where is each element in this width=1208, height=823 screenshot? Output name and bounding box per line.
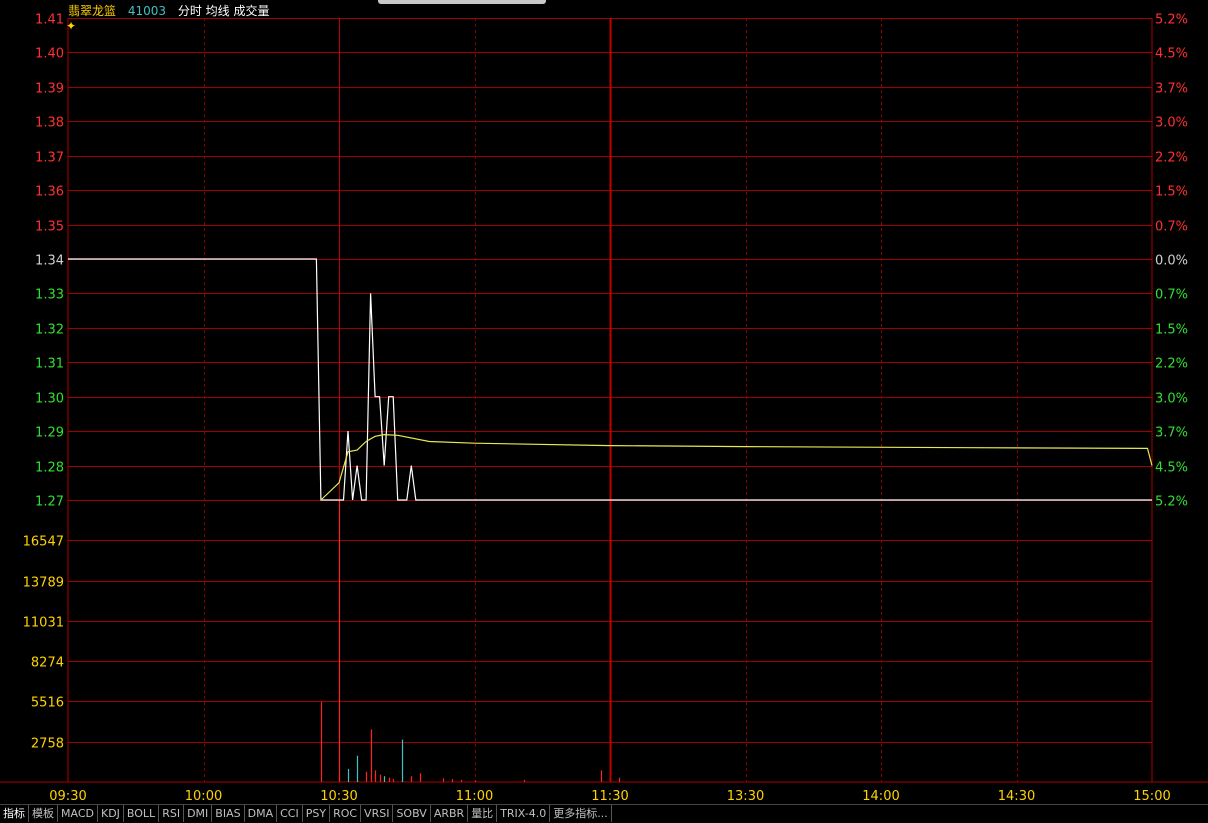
pct-tick-label: 5.2% [1155,495,1188,510]
time-tick-label: 11:30 [591,789,628,804]
price-tick-label: 1.34 [35,254,64,269]
indicator-tab[interactable]: SOBV [393,805,431,822]
indicator-tab[interactable]: BIAS [212,805,245,822]
price-tick-label: 1.31 [35,357,64,372]
time-tick-label: 15:00 [1133,789,1170,804]
chart-header: 翡翠龙篮 41003 分时 均线 成交量 [68,2,278,19]
price-tick-label: 1.27 [35,495,64,510]
indicator-tab[interactable]: 更多指标... [550,805,612,822]
price-tick-label: 1.37 [35,151,64,166]
pct-tick-label: 4.5% [1155,47,1188,62]
price-tick-label: 1.36 [35,185,64,200]
price-tick-label: 1.30 [35,392,64,407]
price-tick-label: 1.32 [35,323,64,338]
price-tick-label: 1.39 [35,82,64,97]
indicator-tab[interactable]: RSI [159,805,185,822]
pct-tick-label: 4.5% [1155,461,1188,476]
time-tick-label: 14:00 [862,789,899,804]
indicator-tab-bar: 指标 模板 MACD KDJ BOLL RSI DMI BIAS DMA CCI PSY ROC VRS… [0,804,1208,823]
pct-tick-label: 1.5% [1155,323,1188,338]
pct-tick-label: 2.2% [1155,357,1188,372]
pct-tick-label: 2.2% [1155,151,1188,166]
volume-tick-label: 16547 [23,535,64,550]
volume-tick-label: 13789 [23,576,64,591]
volume-tick-label: 8274 [31,656,64,671]
chart-legend: 分时 均线 成交量 [177,4,270,18]
average-line [320,433,1153,501]
indicator-tab[interactable]: 指标 [0,805,29,822]
time-tick-label: 10:30 [320,789,357,804]
time-tick-label: 09:30 [49,789,86,804]
instrument-name: 翡翠龙篮 [68,4,117,18]
time-tick-label: 11:00 [456,789,493,804]
indicator-tab[interactable]: PSY [303,805,331,822]
pct-tick-label: 3.0% [1155,116,1188,131]
price-tick-label: 1.38 [35,116,64,131]
pct-tick-label: 5.2% [1155,13,1188,28]
time-tick-label: 14:30 [998,789,1035,804]
pct-tick-label: 3.7% [1155,426,1188,441]
indicator-tab[interactable]: ARBR [431,805,469,822]
intraday-chart: 1.41 5.2% 1.40 4.5% 1.39 3.7% 1.38 3.0% 1.37 2.2%… [0,13,1208,804]
indicator-tab[interactable]: 量比 [468,805,498,822]
indicator-tab[interactable]: MACD [58,805,98,822]
pct-tick-label: 0.7% [1155,220,1188,235]
time-tick-label: 10:00 [185,789,222,804]
pct-tick-label: 3.7% [1155,82,1188,97]
time-tick-label: 13:30 [727,789,764,804]
price-tick-label: 1.40 [35,47,64,62]
price-tick-label: 1.29 [35,426,64,441]
volume-tick-label: 11031 [23,616,64,631]
indicator-tab[interactable]: 模板 [29,805,58,822]
indicator-tab[interactable]: CCI [277,805,303,822]
pct-tick-label: 0.0% [1155,254,1188,269]
window-notch [378,0,546,4]
volume-tick-label: 5516 [31,696,64,711]
price-tick-label: 1.41 [35,13,64,28]
pct-tick-label: 3.0% [1155,392,1188,407]
volume-tick-label: 2758 [31,737,64,752]
pct-tick-label: 0.7% [1155,288,1188,303]
pct-tick-label: 1.5% [1155,185,1188,200]
indicator-tab[interactable]: KDJ [98,805,124,822]
star-marker-icon: ✦ [66,19,76,33]
price-tick-label: 1.28 [35,461,64,476]
indicator-tab[interactable]: BOLL [124,805,160,822]
indicator-tab[interactable]: ROC [330,805,362,822]
indicator-tab[interactable]: DMA [245,805,278,822]
instrument-code: 41003 [127,4,167,18]
price-tick-label: 1.35 [35,220,64,235]
indicator-tab[interactable]: DMI [184,805,213,822]
indicator-tab[interactable]: VRSI [361,805,394,822]
indicator-tab[interactable]: TRIX-4.0 [497,805,551,822]
price-tick-label: 1.33 [35,288,64,303]
